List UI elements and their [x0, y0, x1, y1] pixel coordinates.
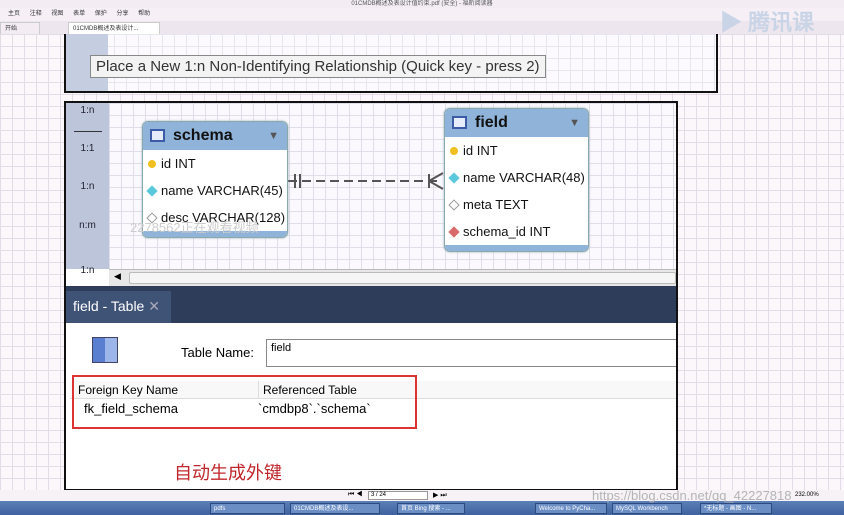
dropdown-arrow-icon[interactable]: ▼: [569, 109, 580, 137]
column-row: schema_id INT: [445, 218, 588, 245]
key-icon: [450, 147, 458, 155]
menu-item[interactable]: 表单: [73, 11, 85, 17]
editor-tab-bar: field - Table ✕: [66, 286, 676, 323]
tool-1n-pick[interactable]: 1:n: [66, 265, 109, 276]
table-icon: [150, 129, 165, 142]
column-row: id INT: [445, 137, 588, 164]
column-row: name VARCHAR(48): [445, 164, 588, 191]
tooltip: Place a New 1:n Non-Identifying Relation…: [90, 55, 546, 78]
menu-item[interactable]: 主页: [8, 11, 20, 17]
task-item[interactable]: Welcome to PyCha...: [535, 503, 607, 514]
menu-item[interactable]: 注释: [30, 11, 42, 17]
horizontal-scrollbar[interactable]: ◀: [109, 269, 676, 286]
column-row: id INT: [143, 150, 287, 177]
menu-item[interactable]: 保护: [95, 11, 107, 17]
key-icon: [148, 160, 156, 168]
menu-item[interactable]: 分享: [116, 11, 128, 17]
tab-document[interactable]: 01CMDB概述及表设计...: [68, 22, 160, 34]
dropdown-arrow-icon[interactable]: ▼: [268, 122, 279, 150]
entity-title: schema: [173, 127, 233, 144]
prev-page-icon[interactable]: ⏮ ◀: [348, 491, 363, 499]
diamond-fk-icon: [448, 226, 460, 238]
tool-1n[interactable]: 1:n: [66, 105, 109, 116]
task-item[interactable]: MySQL Workbench: [612, 503, 682, 514]
diamond-filled-icon: [146, 185, 158, 197]
table-editor-icon: [92, 337, 118, 363]
zoom-level[interactable]: 232.00%: [795, 492, 819, 498]
viewer-notice: 2278562正在观看视频: [130, 220, 259, 235]
entity-title: field: [475, 114, 508, 131]
next-page-icon[interactable]: ▶ ⏭: [433, 491, 447, 500]
task-item[interactable]: pdfs: [210, 503, 285, 514]
page-input[interactable]: 3 / 24: [368, 491, 428, 500]
column-row: name VARCHAR(45): [143, 177, 287, 204]
document-tabs: 开始 01CMDB概述及表设计...: [0, 21, 844, 34]
taskbar: pdfs 01CMDB概述及表设... 首页 Bing 搜索 - ... Welcom…: [0, 501, 844, 515]
relationship-toolbar: 1:n 1:1 1:n n:m 1:n: [66, 103, 109, 276]
menu-item[interactable]: 帮助: [138, 11, 150, 17]
workbench-screenshot: 1:n 1:1 1:n n:m 1:n schema ▼ id INT name …: [64, 101, 678, 491]
scroll-left-icon: ◀: [114, 271, 121, 281]
tool-nm[interactable]: n:m: [66, 220, 109, 231]
tab-field-table[interactable]: field - Table ✕: [66, 291, 171, 323]
column-row: meta TEXT: [445, 191, 588, 218]
diagram-canvas[interactable]: schema ▼ id INT name VARCHAR(45) desc VAR…: [109, 103, 676, 269]
close-icon[interactable]: ✕: [148, 298, 160, 314]
tool-1n-nonid[interactable]: 1:n: [66, 181, 109, 192]
table-name-label: Table Name:: [181, 345, 254, 360]
table-editor: Table Name: field Foreign Key Name Refer…: [66, 323, 676, 489]
tool-11[interactable]: 1:1: [66, 143, 109, 154]
url-watermark: https://blog.csdn.net/qq_42227818: [592, 488, 792, 503]
diamond-filled-icon: [448, 172, 460, 184]
annotation-text: 自动生成外键: [174, 463, 282, 483]
entity-field[interactable]: field ▼ id INT name VARCHAR(48) meta TEXT…: [444, 108, 589, 252]
table-icon: [452, 116, 467, 129]
tab-start[interactable]: 开始: [0, 22, 40, 34]
window-title: 01CMDB概述及表设计值约束.pdf (安全) - 福昕阅读器: [0, 0, 844, 8]
menu-item[interactable]: 视图: [51, 11, 63, 17]
menu-bar: 主页 注释 视图 表单 保护 分享 帮助: [0, 8, 844, 21]
task-item[interactable]: *无标题 - 画图 - N...: [700, 503, 772, 514]
task-item[interactable]: 01CMDB概述及表设...: [290, 503, 380, 514]
highlight-box: [72, 375, 417, 429]
task-item[interactable]: 首页 Bing 搜索 - ...: [397, 503, 465, 514]
tencent-logo: ▶ 腾讯课: [720, 10, 815, 35]
diamond-empty-icon: [448, 199, 460, 211]
table-name-input[interactable]: field: [266, 339, 676, 367]
